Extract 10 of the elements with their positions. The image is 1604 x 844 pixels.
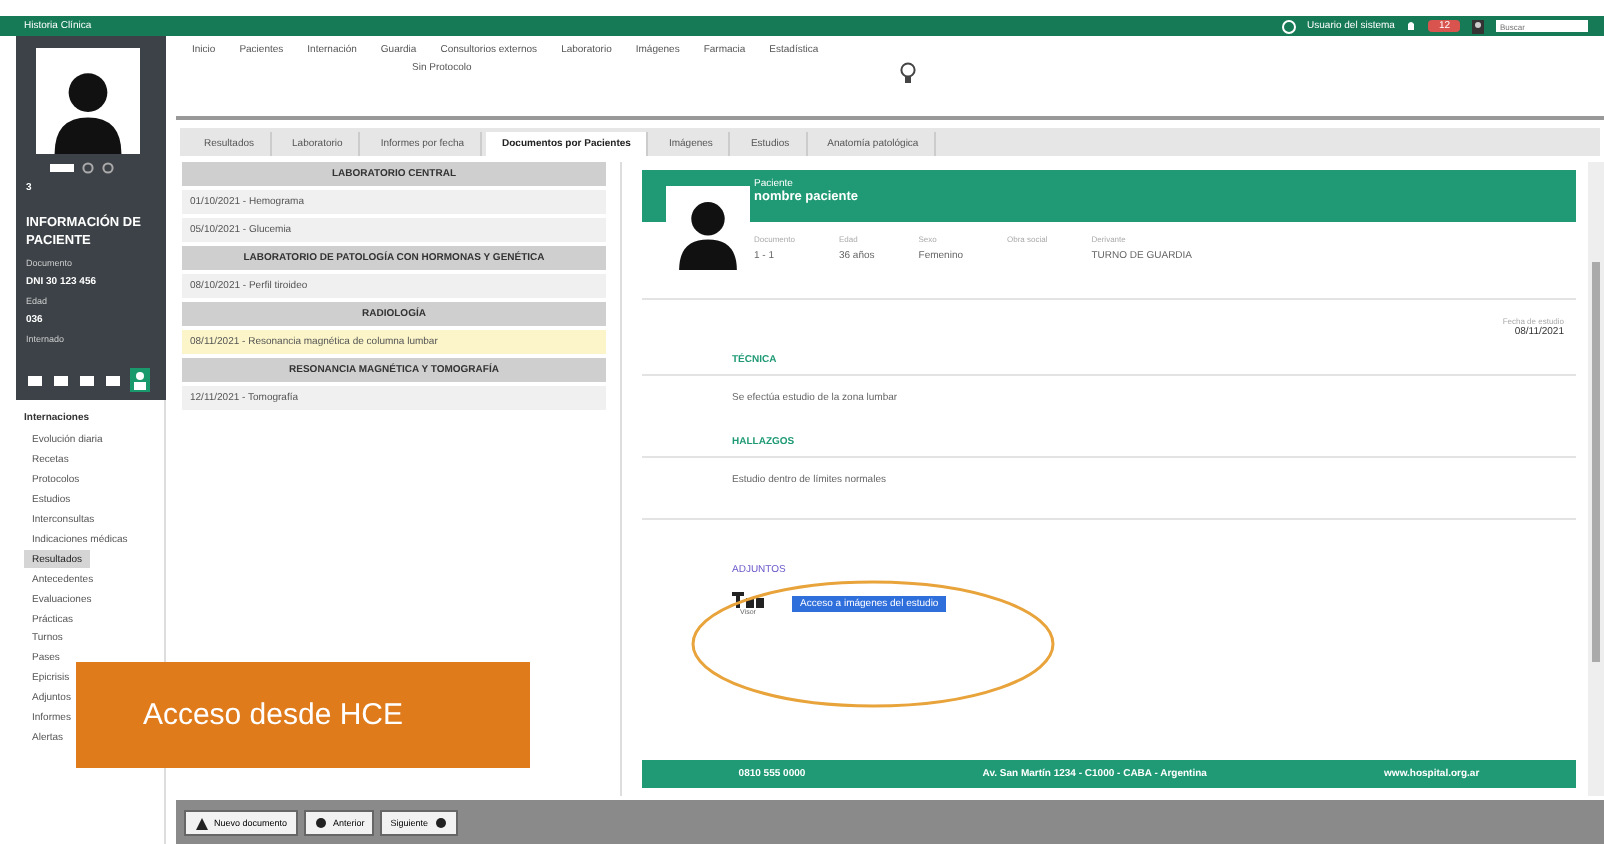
lightbulb-icon[interactable]	[899, 62, 916, 84]
viewer-logo-icon	[732, 592, 764, 608]
warning-icon	[194, 815, 208, 829]
user-icon[interactable]	[1472, 19, 1484, 33]
caption-toast: Acceso desde HCE	[76, 662, 530, 768]
scrollbar-thumb[interactable]	[1592, 262, 1600, 662]
globe-icon	[1281, 19, 1296, 33]
bell-icon[interactable]	[1406, 20, 1417, 32]
person-icon[interactable]	[130, 368, 150, 392]
id-card-icon	[50, 164, 74, 172]
